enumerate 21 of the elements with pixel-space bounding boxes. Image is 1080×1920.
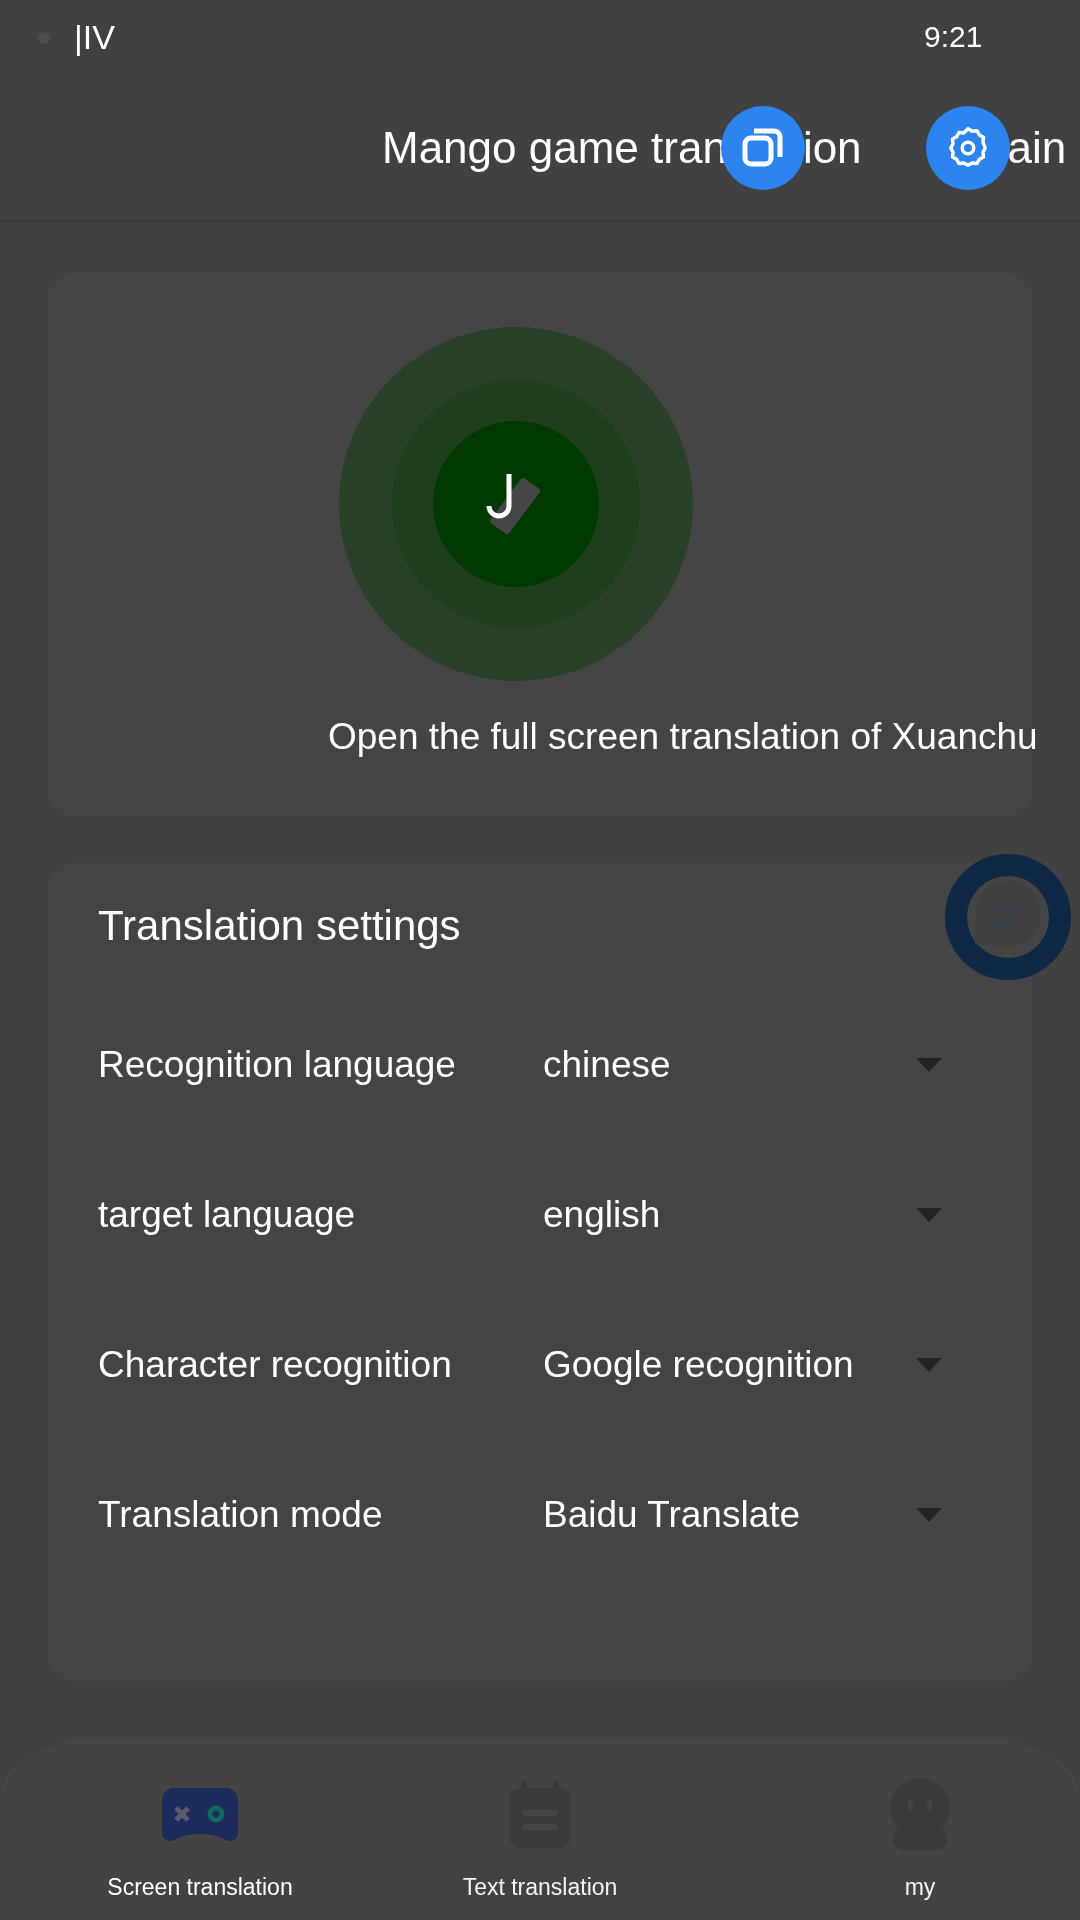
dropdown[interactable]: chinese: [543, 1044, 982, 1086]
setting-label: Translation mode: [98, 1494, 384, 1536]
caret-icon: [916, 1208, 942, 1222]
dropdown[interactable]: Google recognition: [543, 1344, 982, 1386]
nav-tab[interactable]: my: [720, 1746, 1080, 1920]
nav-tab[interactable]: Screen translation: [40, 1746, 360, 1920]
start-caption: Open the full screen translation of Xuanchu: [328, 716, 1038, 758]
caret-icon: [916, 1358, 942, 1372]
setting-label: Recognition language: [98, 1044, 457, 1086]
section-title: Translation settings: [98, 902, 462, 950]
status-text: |IV: [74, 18, 115, 57]
dropdown[interactable]: english: [543, 1194, 982, 1236]
caret-icon: [916, 1058, 942, 1072]
clock: 9:21: [924, 20, 983, 54]
app-title-end: ion: [802, 122, 862, 173]
dropdown[interactable]: Baidu Translate: [543, 1494, 982, 1536]
setting-label: target language: [98, 1194, 357, 1236]
nav-tab[interactable]: Text translation: [360, 1746, 720, 1920]
header-text: ain: [1007, 122, 1067, 173]
setting-label: Character recognition: [98, 1344, 453, 1386]
caret-icon: [916, 1508, 942, 1522]
